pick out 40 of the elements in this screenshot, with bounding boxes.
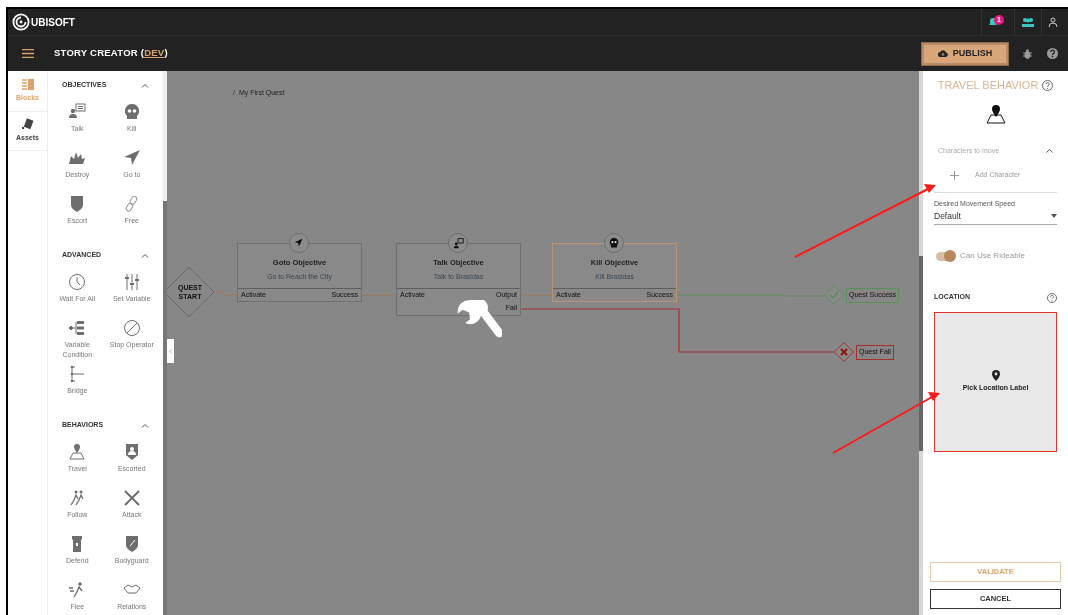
group-icon[interactable] [1021, 17, 1035, 27]
cards-icon [20, 118, 35, 132]
user-icon[interactable] [1048, 17, 1058, 27]
check-diamond-icon [824, 285, 844, 305]
clock-icon [68, 273, 87, 291]
skull-icon [122, 103, 141, 121]
toggle-label: Can Use Rideable [960, 250, 1025, 263]
help-icon[interactable] [1042, 79, 1054, 91]
collapse-handle[interactable] [167, 339, 174, 363]
bug-icon[interactable] [1023, 48, 1032, 59]
connector-line [214, 291, 238, 296]
merge-icon [68, 365, 87, 383]
scrollbar-thumb[interactable] [919, 256, 923, 451]
blocks-icon [20, 78, 35, 92]
scrollbar-thumb[interactable] [163, 201, 167, 615]
chevron-left-icon [169, 348, 172, 354]
sliders-icon [122, 273, 141, 291]
crossed-swords-icon [122, 489, 141, 507]
cloud-upload-icon [937, 50, 948, 57]
publish-button[interactable]: PUBLISH [922, 42, 1008, 65]
cross-diamond-icon [834, 342, 854, 362]
toggle-switch[interactable] [936, 251, 954, 261]
ubisoft-logo-icon [12, 13, 30, 31]
prohibited-icon [122, 319, 141, 337]
person-speech-icon [68, 103, 87, 121]
map-pin-icon [984, 103, 1007, 124]
app-title: STORY CREATOR (DEV) [54, 46, 168, 61]
location-pin-icon [991, 370, 1000, 381]
env-link[interactable]: DEV [144, 47, 165, 59]
navigation-arrow-icon [122, 149, 141, 167]
dropdown-caret-icon [1051, 213, 1057, 218]
map-pin-icon [68, 443, 87, 461]
help-icon[interactable] [1047, 292, 1057, 303]
caret-icon[interactable] [1046, 148, 1053, 154]
help-icon[interactable] [1047, 48, 1058, 59]
plus-icon [950, 170, 959, 180]
panel-title: TRAVEL BEHAVIOR [937, 78, 1039, 93]
branching-list-icon [68, 319, 87, 337]
menu-icon[interactable] [22, 49, 34, 58]
brand-name: UBISOFT [31, 15, 75, 30]
